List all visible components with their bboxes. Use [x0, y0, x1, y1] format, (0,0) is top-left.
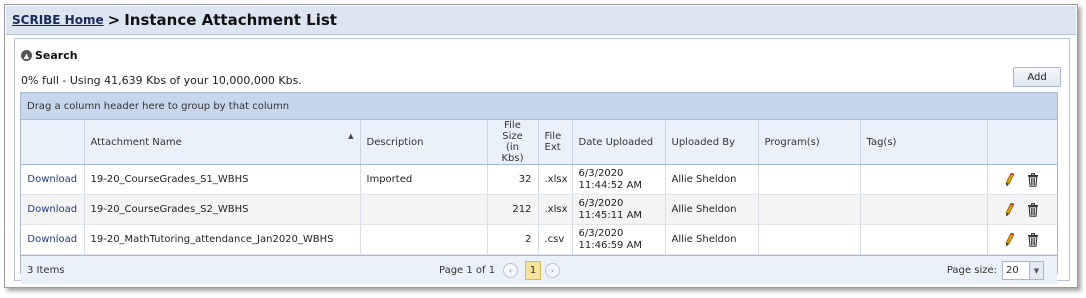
pencil-icon[interactable]: [1005, 172, 1015, 187]
search-toggle[interactable]: ▲ Search: [21, 49, 78, 62]
attachment-name-cell: 19-20_CourseGrades_S1_WBHS: [84, 164, 361, 195]
trash-icon[interactable]: [1027, 232, 1039, 247]
programs-cell: [758, 194, 861, 225]
title-bar: SCRIBE Home > Instance Attachment List: [6, 6, 1076, 35]
description-cell: [360, 194, 488, 225]
download-link[interactable]: Download: [21, 194, 85, 225]
column-header-uploaded-by[interactable]: Uploaded By: [665, 120, 759, 165]
column-header-description[interactable]: Description: [360, 120, 488, 165]
item-count: 3 Items: [27, 265, 65, 276]
column-header-actions: [987, 120, 1057, 165]
page-info: Page 1 of 1: [439, 265, 496, 276]
file-size-cell: 2: [487, 224, 539, 255]
current-page-button[interactable]: 1: [525, 261, 541, 280]
trash-icon[interactable]: [1027, 172, 1039, 187]
trash-icon[interactable]: [1027, 202, 1039, 217]
column-header-file-size[interactable]: File Size (in Kbs): [487, 120, 539, 165]
download-link[interactable]: Download: [21, 224, 85, 255]
file-ext-cell: .xlsx: [538, 164, 573, 195]
date-uploaded-cell: 6/3/2020 11:45:11 AM: [572, 194, 666, 225]
table-row: Download 19-20_MathTutoring_attendance_Ja…: [21, 224, 1057, 255]
table-row: Download 19-20_CourseGrades_S2_WBHS 212 .xl…: [21, 194, 1057, 225]
column-header-date-uploaded[interactable]: Date Uploaded: [572, 120, 666, 165]
page-size-select[interactable]: 20 ▼: [1002, 261, 1044, 280]
pencil-icon[interactable]: [1005, 202, 1015, 217]
column-header-attachment-name[interactable]: Attachment Name ▲: [84, 120, 361, 165]
programs-cell: [758, 164, 861, 195]
attachment-name-cell: 19-20_CourseGrades_S2_WBHS: [84, 194, 361, 225]
page-size-value: 20: [1006, 265, 1019, 276]
tags-cell: [860, 224, 988, 255]
table-row: Download 19-20_CourseGrades_S1_WBHS Import…: [21, 164, 1057, 195]
breadcrumb-separator: >: [107, 11, 121, 29]
sort-ascending-icon: ▲: [348, 132, 354, 140]
breadcrumb-home-link[interactable]: SCRIBE Home: [12, 13, 104, 27]
collapse-circle-icon: ▲: [21, 50, 32, 61]
programs-cell: [758, 224, 861, 255]
uploaded-by-cell: Allie Sheldon: [665, 164, 759, 195]
uploaded-by-cell: Allie Sheldon: [665, 194, 759, 225]
column-header-programs[interactable]: Program(s): [758, 120, 861, 165]
row-actions: [987, 194, 1057, 225]
file-size-cell: 32: [487, 164, 539, 195]
tags-cell: [860, 194, 988, 225]
chevron-down-icon[interactable]: ▼: [1029, 262, 1043, 279]
attachment-name-cell: 19-20_MathTutoring_attendance_Jan2020_WB…: [84, 224, 361, 255]
uploaded-by-cell: Allie Sheldon: [665, 224, 759, 255]
page-size-label: Page size:: [946, 265, 997, 276]
attachment-table: Attachment Name ▲ Description File Size (i…: [21, 120, 1057, 255]
date-uploaded-cell: 6/3/2020 11:44:52 AM: [572, 164, 666, 195]
description-cell: [360, 224, 488, 255]
file-ext-cell: .csv: [538, 224, 573, 255]
date-uploaded-cell: 6/3/2020 11:46:59 AM: [572, 224, 666, 255]
file-ext-cell: .xlsx: [538, 194, 573, 225]
pager-bar: 3 Items Page 1 of 1 ‹ 1 › Page size: 20 …: [21, 255, 1057, 284]
next-page-icon[interactable]: ›: [545, 263, 560, 278]
window-frame: SCRIBE Home > Instance Attachment List ▲…: [4, 4, 1078, 288]
column-header-file-ext[interactable]: File Ext: [538, 120, 573, 165]
row-actions: [987, 164, 1057, 195]
content-panel: ▲ Search 0% full - Using 41,639 Kbs of y…: [14, 38, 1070, 284]
row-actions: [987, 224, 1057, 255]
tags-cell: [860, 164, 988, 195]
add-button[interactable]: Add: [1013, 67, 1061, 87]
group-by-bar: Drag a column header here to group by th…: [21, 93, 1057, 120]
storage-usage-text: 0% full - Using 41,639 Kbs of your 10,00…: [21, 74, 302, 87]
pencil-icon[interactable]: [1005, 232, 1015, 247]
table-header-row: Attachment Name ▲ Description File Size (i…: [21, 120, 1057, 165]
column-header-action: [21, 120, 85, 165]
search-label: Search: [35, 49, 78, 62]
prev-page-icon[interactable]: ‹: [503, 263, 518, 278]
description-cell: Imported: [360, 164, 488, 195]
file-size-cell: 212: [487, 194, 539, 225]
column-header-tags[interactable]: Tag(s): [860, 120, 988, 165]
attachment-grid: Drag a column header here to group by th…: [20, 92, 1058, 284]
page-title: Instance Attachment List: [124, 11, 337, 29]
download-link[interactable]: Download: [21, 164, 85, 195]
